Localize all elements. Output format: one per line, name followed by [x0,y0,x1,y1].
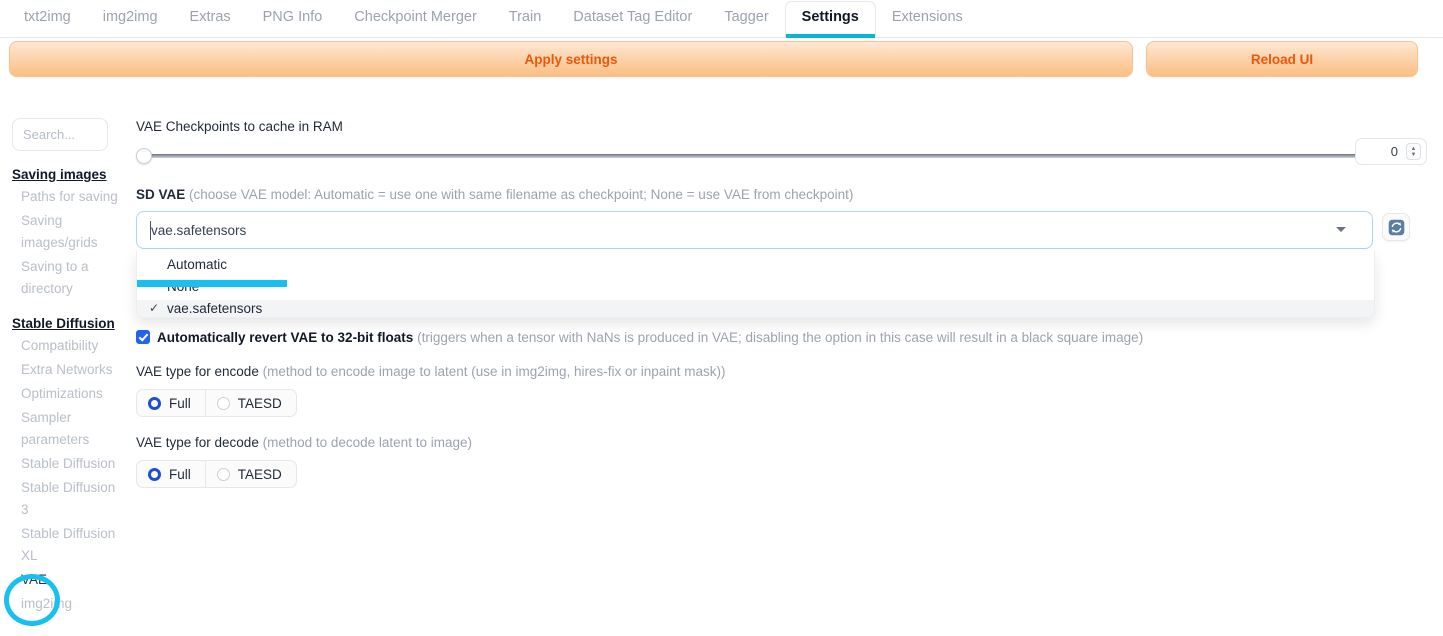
revert32-checkbox[interactable] [136,330,150,344]
text-caret [150,221,151,240]
sidebar-item-optimizations[interactable]: Optimizations [21,383,121,405]
app-root: txt2img img2img Extras PNG Info Checkpoint M… [0,0,1443,636]
vae-decode-radio-group: Full TAESD [136,460,1426,488]
reload-ui-button[interactable]: Reload UI [1146,41,1418,77]
revert32-label: Automatically revert VAE to 32-bit float… [157,329,1143,346]
sidebar-item-compatibility[interactable]: Compatibility [21,335,121,357]
dropdown-option-vae-safetensors[interactable]: ✓ vae.safetensors [137,300,1374,317]
tab-settings[interactable]: Settings [784,1,876,38]
sidebar-group-stable-diffusion[interactable]: Stable Diffusion [12,316,116,331]
sidebar-item-stable-diffusion-3[interactable]: Stable Diffusion 3 [21,477,121,521]
radio-label: TAESD [237,395,282,411]
sd-vae-label-strong: SD VAE [136,187,186,202]
dropdown-option-label: Automatic [167,257,228,272]
sidebar-group-saving-images[interactable]: Saving images [12,167,116,182]
radio-dot-icon [216,467,230,481]
sd-vae-label: SD VAE (choose VAE model: Automatic = us… [136,186,1426,204]
dec-radio-full[interactable]: Full [136,460,206,488]
tab-extensions[interactable]: Extensions [876,1,979,37]
sidebar-item-stable-diffusion[interactable]: Stable Diffusion [21,453,121,475]
tab-checkpoint-merger[interactable]: Checkpoint Merger [338,1,493,37]
dropdown-option-label: None [167,279,200,294]
tab-png-info[interactable]: PNG Info [247,1,339,37]
dropdown-option-label: vae.safetensors [167,301,263,316]
vae-encode-label-hint: (method to encode image to latent (use i… [262,364,726,379]
settings-action-bar: Apply settings Reload UI [0,41,1443,81]
search-input[interactable] [12,118,108,151]
cache-number-input-wrap: ▲ ▼ [1355,138,1427,165]
cache-slider-track[interactable] [142,154,1417,158]
number-stepper[interactable]: ▲ ▼ [1406,143,1421,160]
sd-vae-selected-value: vae.safetensors [151,222,247,238]
radio-label: TAESD [237,466,282,482]
radio-dot-icon [148,467,161,481]
revert32-setting-row[interactable]: Automatically revert VAE to 32-bit float… [136,329,1426,346]
vae-encode-radio-group: Full TAESD [136,389,1426,417]
tab-dataset-tag-editor[interactable]: Dataset Tag Editor [557,1,708,37]
radio-dot-icon [148,396,161,410]
revert32-label-strong: Automatically revert VAE to 32-bit float… [157,330,414,345]
cache-slider-row: ▲ ▼ [136,138,1427,168]
refresh-vae-list-button[interactable] [1382,213,1410,241]
check-icon: ✓ [149,301,160,315]
vae-decode-label: VAE type for decode (method to decode la… [136,434,1426,452]
sidebar-item-extra-networks[interactable]: Extra Networks [21,359,121,381]
sidebar-item-sampler-parameters[interactable]: Sampler parameters [21,407,121,451]
vae-encode-label: VAE type for encode (method to encode im… [136,363,1426,381]
sidebar-item-paths-for-saving[interactable]: Paths for saving [21,186,121,208]
chevron-down-icon[interactable]: ▼ [1411,152,1417,158]
main-tab-bar: txt2img img2img Extras PNG Info Checkpoint M… [0,0,1443,38]
revert32-label-hint: (triggers when a tensor with NaNs is pro… [417,330,1144,345]
cache-slider-thumb[interactable] [136,148,152,164]
sd-vae-label-hint: (choose VAE model: Automatic = use one w… [189,187,854,202]
radio-dot-icon [216,396,230,410]
enc-radio-full[interactable]: Full [136,389,206,417]
tab-img2img[interactable]: img2img [87,1,174,37]
radio-label: Full [169,466,191,482]
chevron-down-icon[interactable] [1336,227,1346,232]
settings-main-panel: VAE Checkpoints to cache in RAM ▲ ▼ SD V… [136,118,1427,488]
vae-decode-label-hint: (method to decode latent to image) [262,435,472,450]
radio-label: Full [169,395,191,411]
dropdown-option-none[interactable]: None [137,278,1374,295]
dec-radio-taesd[interactable]: TAESD [205,460,297,488]
sd-vae-dropdown-list[interactable]: Automatic None ✓ vae.safetensors [136,251,1375,318]
vae-encode-label-strong: VAE type for encode [136,364,259,379]
sidebar-item-stable-diffusion-xl[interactable]: Stable Diffusion XL [21,523,121,567]
tab-txt2img[interactable]: txt2img [8,1,87,37]
cache-setting-label: VAE Checkpoints to cache in RAM [136,119,343,134]
vae-decode-label-strong: VAE type for decode [136,435,259,450]
settings-sidebar: Saving images Paths for savingSaving imag… [0,118,128,636]
tab-train[interactable]: Train [493,1,558,37]
sidebar-item-vae[interactable]: VAE [21,569,121,591]
sidebar-item-saving-to-a-directory[interactable]: Saving to a directory [21,256,121,300]
apply-settings-button[interactable]: Apply settings [9,41,1133,77]
tab-extras[interactable]: Extras [174,1,247,37]
vae-encode-field: VAE type for encode (method to encode im… [136,363,1426,417]
sidebar-item-img2img[interactable]: img2img [21,593,121,615]
sidebar-item-saving-images-grids[interactable]: Saving images/grids [21,210,121,254]
enc-radio-taesd[interactable]: TAESD [205,389,297,417]
dropdown-option-automatic[interactable]: Automatic [137,256,1374,273]
sd-vae-field: SD VAE (choose VAE model: Automatic = us… [136,186,1426,318]
cache-number-input[interactable] [1356,143,1400,160]
tab-tagger[interactable]: Tagger [708,1,784,37]
refresh-icon [1388,219,1404,235]
vae-decode-field: VAE type for decode (method to decode la… [136,434,1426,488]
sd-vae-dropdown-input[interactable]: vae.safetensors [136,211,1373,249]
